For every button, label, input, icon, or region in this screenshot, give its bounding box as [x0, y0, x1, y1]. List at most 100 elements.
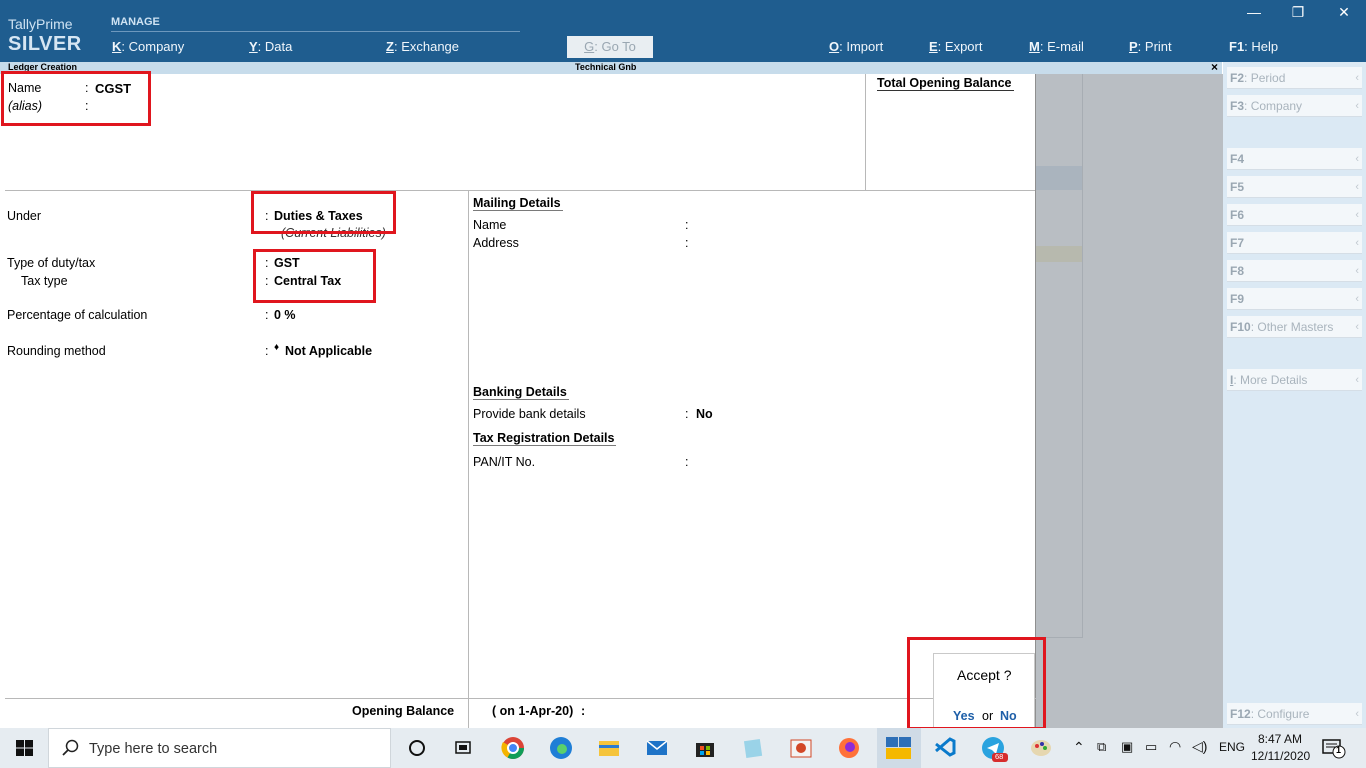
- vscode-icon[interactable]: [932, 736, 958, 760]
- brand-edition: SILVER: [8, 33, 82, 55]
- highlight-name-box: [1, 71, 151, 126]
- mailing-heading: Mailing Details: [473, 196, 563, 211]
- diamond-icon: ♦: [274, 342, 280, 353]
- more-details-button[interactable]: I: More Details ‹: [1227, 369, 1362, 391]
- firefox-icon[interactable]: [836, 736, 862, 760]
- mailing-address-colon: :: [685, 236, 689, 250]
- menu-import[interactable]: O: Import: [829, 39, 883, 54]
- f9-button[interactable]: F9 ‹: [1227, 288, 1362, 310]
- period-button[interactable]: F2: Period ‹: [1227, 67, 1362, 89]
- mailing-address-label: Address: [473, 236, 519, 250]
- task-view-icon[interactable]: [452, 736, 478, 760]
- notification-count: 1: [1336, 745, 1342, 755]
- battery-icon[interactable]: ▭: [1145, 739, 1157, 755]
- bg-band: [1036, 246, 1082, 262]
- opening-balance-colon: :: [581, 704, 586, 718]
- mail-icon[interactable]: [644, 736, 670, 760]
- show-hidden-icons-icon[interactable]: ⌃: [1073, 739, 1085, 756]
- clock-time[interactable]: 8:47 AM: [1258, 732, 1302, 746]
- bank-details-label: Provide bank details: [473, 407, 586, 421]
- f5-button[interactable]: F5 ‹: [1227, 176, 1362, 198]
- windows-start-icon[interactable]: [16, 740, 33, 756]
- highlight-under-box: [251, 191, 396, 234]
- brand-name: TallyPrime: [8, 16, 73, 32]
- mailing-name-label: Name: [473, 218, 507, 232]
- manage-underline: [111, 31, 520, 32]
- opening-balance-label: Opening Balance: [352, 704, 455, 718]
- bg-line: [1082, 74, 1083, 638]
- rounding-colon: :: [265, 344, 269, 358]
- telegram-badge: 68: [995, 752, 1004, 761]
- banking-heading: Banking Details: [473, 385, 569, 400]
- paint-icon[interactable]: [1028, 736, 1054, 760]
- screen-title-bar: Ledger Creation Technical Gnb ×: [0, 60, 1222, 74]
- menu-goto[interactable]: G: Go To: [567, 36, 653, 58]
- section-divider: [5, 190, 1036, 191]
- close-window-icon[interactable]: ✕: [1334, 4, 1354, 21]
- pan-label: PAN/IT No.: [473, 455, 536, 469]
- cortana-icon[interactable]: [405, 736, 431, 760]
- powerpoint-icon[interactable]: [788, 736, 814, 760]
- menu-email[interactable]: M: E-mail: [1029, 39, 1084, 54]
- other-masters-button[interactable]: F10: Other Masters ‹: [1227, 316, 1362, 338]
- pan-colon: :: [685, 455, 689, 469]
- right-button-panel: F2: Period ‹ F3: Company ‹ F4 ‹ F5 ‹ F6 ‹ F7 ‹…: [1223, 62, 1366, 728]
- rounding-field[interactable]: Not Applicable: [285, 344, 372, 358]
- volume-icon[interactable]: ◁): [1192, 738, 1207, 755]
- app-header: TallyPrime SILVER MANAGE K: Company Y: D…: [0, 0, 1366, 62]
- clock-date[interactable]: 12/11/2020: [1251, 749, 1310, 763]
- search-placeholder: Type here to search: [89, 741, 218, 757]
- duty-type-label: Type of duty/tax: [7, 256, 96, 270]
- notifications-icon[interactable]: 1: [1322, 737, 1346, 759]
- company-button[interactable]: F3: Company ‹: [1227, 95, 1362, 117]
- wifi-icon[interactable]: ◠: [1169, 738, 1181, 755]
- percentage-colon: :: [265, 308, 269, 322]
- opening-balance-date: ( on 1-Apr-20): [492, 704, 574, 718]
- mailing-name-colon: :: [685, 218, 689, 232]
- opening-divider: [5, 698, 1036, 699]
- close-screen-icon[interactable]: ×: [1211, 60, 1218, 74]
- f8-button[interactable]: F8 ‹: [1227, 260, 1362, 282]
- notepad-icon[interactable]: [740, 736, 766, 760]
- bank-details-field[interactable]: No: [696, 407, 713, 421]
- highlight-accept-box: [907, 637, 1046, 730]
- tax-registration-heading: Tax Registration Details: [473, 431, 617, 446]
- tray-app-icon[interactable]: ⧉: [1097, 739, 1106, 755]
- percentage-label: Percentage of calculation: [7, 308, 148, 322]
- file-explorer-icon[interactable]: [596, 736, 622, 760]
- telegram-icon[interactable]: 68: [980, 736, 1008, 762]
- bank-details-colon: :: [685, 407, 689, 421]
- language-indicator[interactable]: ENG: [1219, 740, 1245, 754]
- tax-type-label: Tax type: [21, 274, 68, 288]
- f6-button[interactable]: F6 ‹: [1227, 204, 1362, 226]
- chrome-icon[interactable]: [500, 736, 526, 760]
- edge-icon[interactable]: [548, 736, 574, 760]
- menu-print[interactable]: P: Print: [1129, 39, 1172, 54]
- rounding-label: Rounding method: [7, 344, 106, 358]
- highlight-tax-box: [253, 249, 376, 303]
- company-name: Technical Gnb: [575, 62, 637, 72]
- ledger-form: Name : CGST (alias) : Total Opening Bala…: [0, 71, 1036, 728]
- menu-data[interactable]: Y: Data: [249, 39, 292, 54]
- taskbar-search-box[interactable]: Type here to search: [48, 728, 391, 768]
- column-divider: [468, 190, 469, 728]
- tally-task-active[interactable]: [877, 728, 921, 768]
- menu-export[interactable]: E: Export: [929, 39, 982, 54]
- tray-device-icon[interactable]: ▣: [1121, 739, 1133, 755]
- minimize-icon[interactable]: —: [1244, 4, 1264, 20]
- store-icon[interactable]: [692, 736, 718, 760]
- menu-exchange[interactable]: Z: Exchange: [386, 39, 459, 54]
- manage-label: MANAGE: [111, 16, 160, 28]
- f4-button[interactable]: F4 ‹: [1227, 148, 1362, 170]
- windows-taskbar: Type here to search 68 ⌃ ⧉ ▣ ▭ ◠ ◁) ENG …: [0, 728, 1366, 768]
- percentage-field[interactable]: 0 %: [274, 308, 296, 322]
- bg-band: [1036, 166, 1082, 190]
- configure-button[interactable]: F12: Configure ‹: [1227, 703, 1362, 725]
- menu-company[interactable]: K: Company: [112, 39, 184, 54]
- under-label: Under: [7, 209, 42, 223]
- menu-help[interactable]: F1: Help: [1229, 39, 1278, 54]
- f7-button[interactable]: F7 ‹: [1227, 232, 1362, 254]
- total-opening-balance-heading: Total Opening Balance: [877, 76, 1014, 91]
- background-region: [1036, 74, 1223, 728]
- restore-icon[interactable]: ❐: [1288, 4, 1308, 21]
